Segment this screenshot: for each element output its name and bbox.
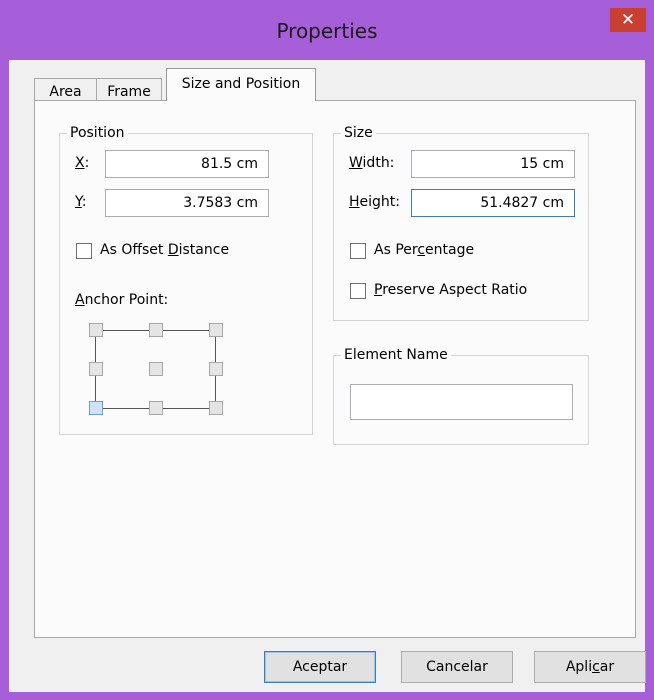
x-position-input[interactable]: 81.5 cm	[105, 150, 269, 178]
element-name-group: Element Name	[333, 346, 589, 445]
preserve-aspect-label: Preserve Aspect Ratio	[374, 282, 528, 298]
ok-button[interactable]: Aceptar	[264, 651, 376, 683]
width-input[interactable]: 15 cm	[411, 150, 575, 178]
apply-button[interactable]: Aplicar	[534, 651, 646, 683]
size-group: Size Width: 15 cm Height: 51.4827 cm As …	[333, 124, 589, 321]
anchor-point-label: Anchor Point:	[75, 292, 169, 308]
anchor-top-center[interactable]	[149, 323, 163, 337]
dialog-client-area: Area Frame Size and Position Position X:…	[9, 60, 646, 692]
position-group-label: Position	[67, 124, 128, 142]
element-name-group-label: Element Name	[341, 346, 451, 364]
title-bar[interactable]: Properties ✕	[0, 0, 654, 60]
as-percentage-checkbox[interactable]	[350, 243, 366, 259]
tab-size-and-position[interactable]: Size and Position	[166, 68, 316, 101]
y-position-input[interactable]: 3.7583 cm	[105, 189, 269, 217]
anchor-top-left[interactable]	[89, 323, 103, 337]
properties-window: Properties ✕ Area Frame Size and Positio…	[0, 0, 654, 700]
as-offset-label: As Offset Distance	[100, 242, 230, 258]
close-button[interactable]: ✕	[610, 8, 646, 32]
cancel-button[interactable]: Cancelar	[401, 651, 513, 683]
anchor-bottom-right[interactable]	[209, 401, 223, 415]
anchor-top-right[interactable]	[209, 323, 223, 337]
anchor-middle-right[interactable]	[209, 362, 223, 376]
window-title: Properties	[276, 19, 378, 43]
x-label: X:	[75, 155, 90, 171]
size-group-label: Size	[341, 124, 376, 142]
as-offset-checkbox[interactable]	[76, 243, 92, 259]
anchor-middle-left[interactable]	[89, 362, 103, 376]
as-percentage-label: As Percentage	[374, 242, 475, 258]
anchor-bottom-center[interactable]	[149, 401, 163, 415]
preserve-aspect-checkbox[interactable]	[350, 283, 366, 299]
y-label: Y:	[75, 194, 87, 210]
anchor-point-grid	[89, 323, 229, 423]
width-label: Width:	[349, 155, 395, 171]
anchor-bottom-left[interactable]	[89, 401, 103, 415]
anchor-center[interactable]	[149, 362, 163, 376]
close-icon: ✕	[620, 10, 636, 30]
element-name-input[interactable]	[350, 384, 573, 420]
height-label: Height:	[349, 194, 400, 210]
height-input[interactable]: 51.4827 cm	[411, 189, 575, 217]
size-position-page: Position X: 81.5 cm Y: 3.7583 cm As Offs…	[34, 100, 636, 638]
